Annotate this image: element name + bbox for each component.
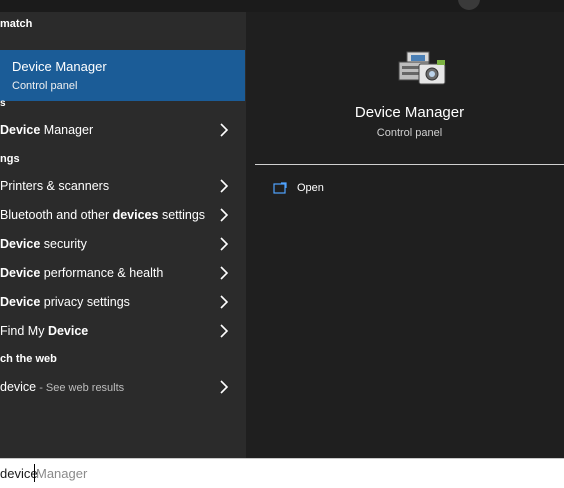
chevron-right-icon (220, 237, 229, 251)
section-header-best-match: match (0, 18, 33, 30)
search-input[interactable]: device Manager (0, 458, 564, 488)
setting-result-label: Device privacy settings (0, 295, 130, 309)
user-avatar-icon[interactable] (458, 0, 480, 10)
app-result-device-manager[interactable]: Device Manager (0, 116, 245, 145)
open-label: Open (297, 182, 324, 194)
preview-subtitle: Control panel (376, 127, 443, 139)
setting-result-device-privacy[interactable]: Device privacy settings (0, 288, 245, 317)
setting-result-label: Bluetooth and other devices settings (0, 208, 206, 222)
chevron-right-icon (220, 295, 229, 309)
search-autocomplete-hint: Manager (36, 466, 88, 481)
setting-result-label: Device security (0, 237, 87, 251)
setting-result-device-performance-health[interactable]: Device performance & health (0, 259, 245, 288)
chevron-right-icon (220, 208, 229, 222)
setting-result-label: Find My Device (0, 324, 89, 338)
section-header-settings: ngs (0, 153, 20, 165)
open-button[interactable]: Open (273, 180, 393, 200)
setting-result-label: Printers & scanners (0, 179, 110, 193)
setting-result-printers-scanners[interactable]: Printers & scanners (0, 172, 245, 201)
search-typed-text: device (0, 466, 38, 481)
app-result-label: Device Manager (0, 123, 94, 137)
chevron-right-icon (220, 380, 229, 394)
setting-result-label: Device performance & health (0, 266, 164, 280)
open-window-icon (273, 182, 287, 194)
best-match-title: Device Manager (12, 59, 107, 74)
preview-divider (255, 164, 564, 165)
web-result-device[interactable]: device - See web results (0, 373, 245, 402)
chevron-right-icon (220, 123, 229, 137)
results-list: match Device Manager Control panel s Dev… (0, 12, 246, 458)
section-header-web: ch the web (0, 353, 57, 365)
chevron-right-icon (220, 179, 229, 193)
preview-title: Device Manager (354, 104, 465, 121)
chevron-right-icon (220, 266, 229, 280)
best-match-subtitle: Control panel (12, 80, 78, 92)
device-manager-icon (398, 51, 446, 85)
best-match-item[interactable]: Device Manager Control panel (0, 50, 245, 101)
section-header-apps: s (0, 98, 6, 109)
text-caret (34, 464, 35, 482)
preview-pane: Device Manager Control panel Open (255, 22, 564, 458)
setting-result-device-security[interactable]: Device security (0, 230, 245, 259)
setting-result-find-my-device[interactable]: Find My Device (0, 317, 245, 346)
setting-result-bluetooth-devices[interactable]: Bluetooth and other devices settings (0, 201, 245, 230)
top-strip (0, 0, 564, 12)
web-result-label: device - See web results (0, 380, 125, 394)
chevron-right-icon (220, 324, 229, 338)
